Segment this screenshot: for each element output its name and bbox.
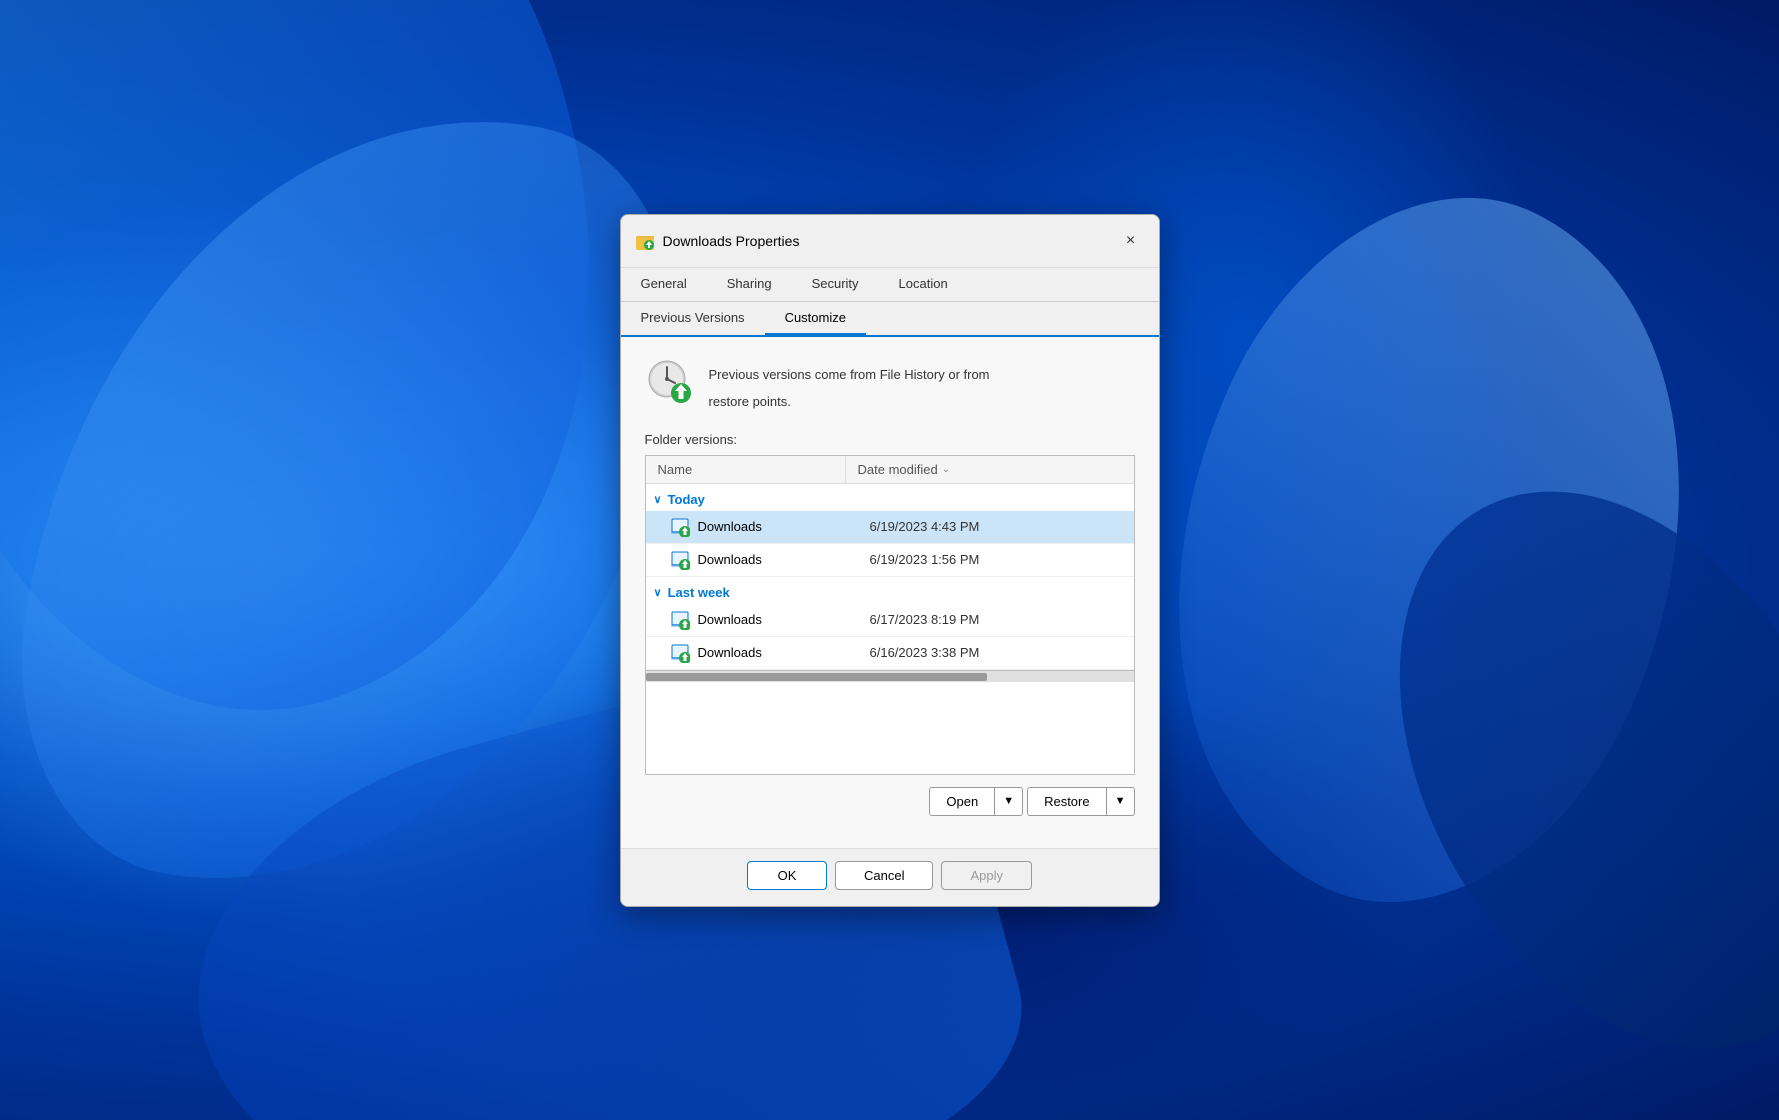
h-scroll-thumb[interactable] (646, 673, 988, 681)
tab-location[interactable]: Location (879, 268, 968, 301)
row-4-date: 6/16/2023 3:38 PM (858, 645, 1134, 660)
tabs-row-2: Previous Versions Customize (621, 302, 1159, 337)
row-1-date: 6/19/2023 4:43 PM (858, 519, 1134, 534)
table-row[interactable]: Downloads 6/16/2023 3:38 PM (646, 637, 1134, 670)
download-icon-row-1 (670, 517, 690, 537)
group-today-label: Today (668, 492, 705, 507)
close-button[interactable]: × (1115, 225, 1147, 257)
dialog-title: Downloads Properties (663, 233, 800, 249)
horizontal-scrollbar[interactable] (646, 670, 1134, 682)
cancel-button[interactable]: Cancel (835, 861, 933, 890)
row-4-name: Downloads (698, 645, 858, 660)
open-button-group: Open ▼ (929, 787, 1023, 816)
tab-security[interactable]: Security (792, 268, 879, 301)
info-section: Previous versions come from File History… (645, 357, 1135, 412)
row-3-date: 6/17/2023 8:19 PM (858, 612, 1134, 627)
downloads-properties-dialog: Downloads Properties × General Sharing S… (620, 214, 1160, 907)
group-last-week[interactable]: ∨ Last week (646, 577, 1134, 604)
col-date-header[interactable]: Date modified ⌄ (846, 456, 1134, 483)
tab-general[interactable]: General (621, 268, 707, 301)
title-bar: Downloads Properties × (621, 215, 1159, 268)
ok-button[interactable]: OK (747, 861, 827, 890)
sort-arrow-icon: ⌄ (942, 464, 950, 475)
table-header: Name Date modified ⌄ (646, 456, 1134, 484)
clock-icon (645, 357, 693, 405)
versions-table[interactable]: Name Date modified ⌄ ∨ Today Dow (645, 455, 1135, 775)
tabs-row-1: General Sharing Security Location (621, 268, 1159, 302)
group-lastweek-label: Last week (668, 585, 730, 600)
info-line-2: restore points. (709, 384, 990, 412)
table-row[interactable]: Downloads 6/17/2023 8:19 PM (646, 604, 1134, 637)
restore-button[interactable]: Restore (1027, 787, 1106, 816)
download-icon-row-2 (670, 550, 690, 570)
footer: OK Cancel Apply (621, 848, 1159, 906)
download-icon-row-4 (670, 643, 690, 663)
dialog-content: Previous versions come from File History… (621, 337, 1159, 848)
open-button[interactable]: Open (929, 787, 994, 816)
table-row[interactable]: Downloads 6/19/2023 1:56 PM (646, 544, 1134, 577)
download-icon-row-3 (670, 610, 690, 630)
row-2-name: Downloads (698, 552, 858, 567)
group-chevron-today: ∨ (654, 493, 662, 506)
open-dropdown-button[interactable]: ▼ (994, 787, 1023, 816)
restore-dropdown-button[interactable]: ▼ (1106, 787, 1135, 816)
row-1-name: Downloads (698, 519, 858, 534)
col-name-header[interactable]: Name (646, 456, 846, 483)
group-chevron-lastweek: ∨ (654, 586, 662, 599)
tab-previous-versions[interactable]: Previous Versions (621, 302, 765, 335)
info-line-1: Previous versions come from File History… (709, 357, 990, 385)
tab-sharing[interactable]: Sharing (707, 268, 792, 301)
row-2-date: 6/19/2023 1:56 PM (858, 552, 1134, 567)
row-3-name: Downloads (698, 612, 858, 627)
info-text: Previous versions come from File History… (709, 357, 990, 412)
group-today[interactable]: ∨ Today (646, 484, 1134, 511)
restore-button-group: Restore ▼ (1027, 787, 1134, 816)
folder-versions-label: Folder versions: (645, 432, 1135, 447)
action-buttons: Open ▼ Restore ▼ (645, 787, 1135, 816)
title-bar-left: Downloads Properties (635, 231, 800, 251)
table-row[interactable]: Downloads 6/19/2023 4:43 PM (646, 511, 1134, 544)
folder-icon (635, 231, 655, 251)
apply-button[interactable]: Apply (941, 861, 1032, 890)
tab-customize[interactable]: Customize (765, 302, 866, 335)
